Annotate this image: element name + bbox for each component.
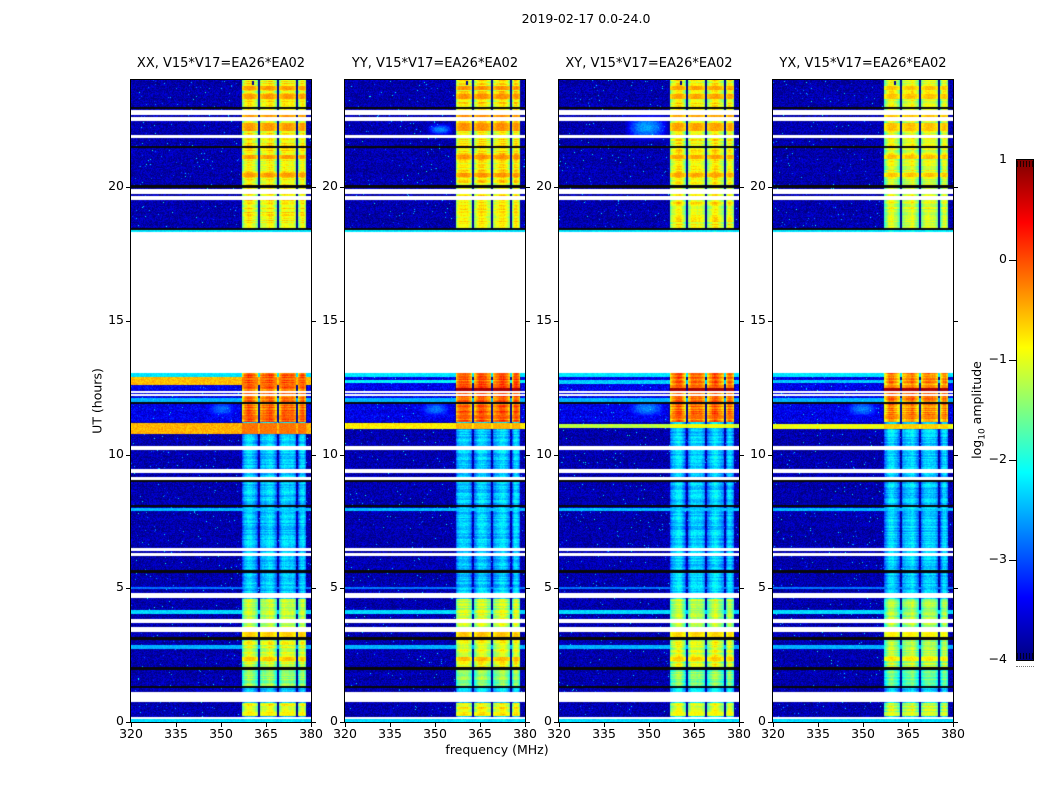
colorbar-bottom-hatch [1017, 653, 1033, 659]
y-tick-label: 5 [330, 579, 338, 595]
y-tick-mark [768, 588, 772, 590]
colorbar-gradient [1017, 160, 1033, 660]
y-tick-mark [768, 454, 772, 456]
colorbar-tick-mark [1009, 260, 1017, 261]
x-tick-label: 365 [896, 726, 920, 741]
x-tick-label: 320 [761, 726, 785, 741]
colorbar-tick-mark [1009, 560, 1017, 561]
y-tick-mark [554, 722, 558, 723]
y-tick-mark [340, 454, 344, 456]
y-tick-mark [340, 722, 344, 723]
y-tick-label: 20 [108, 178, 124, 193]
y-tick-label: 20 [536, 178, 552, 193]
y-tick-label: 10 [750, 445, 766, 461]
y-tick-label: 15 [108, 311, 124, 327]
heatmap-canvas-yx [773, 80, 953, 722]
colorbar-top-hatch [1017, 161, 1033, 167]
x-tick-label: 335 [378, 726, 402, 741]
x-tick-label: 350 [209, 726, 233, 741]
x-tick-label: 365 [682, 726, 706, 741]
y-tick-mark [340, 320, 344, 322]
y-tick-label: 0 [544, 713, 552, 728]
y-tick-mark-right [954, 187, 958, 188]
y-tick-mark [126, 454, 130, 456]
x-axis-label: frequency (MHz) [445, 742, 549, 757]
colorbar-tick-mark [1009, 360, 1017, 361]
colorbar-tick-label: 1 [999, 151, 1007, 166]
colorbar-tick-mark [1009, 460, 1017, 461]
y-tick-label: 5 [544, 579, 552, 595]
figure: { "figure": { "title": "2019-02-17 0.0-2… [0, 0, 1050, 800]
y-tick-mark [126, 320, 130, 322]
y-tick-label: 10 [536, 445, 552, 461]
colorbar-tick-label: −4 [988, 651, 1007, 666]
y-tick-mark [126, 722, 130, 723]
x-tick-label: 335 [806, 726, 830, 741]
colorbar-label-suffix: amplitude [968, 361, 984, 429]
x-tick-label: 320 [547, 726, 571, 741]
y-tick-mark [340, 187, 344, 188]
y-tick-label: 15 [536, 311, 552, 327]
y-tick-label: 15 [750, 311, 766, 327]
y-tick-mark-right [954, 320, 958, 322]
x-tick-label: 365 [468, 726, 492, 741]
y-tick-mark-right [954, 722, 958, 723]
x-tick-label: 350 [851, 726, 875, 741]
heatmap-panel-yy [344, 79, 526, 723]
colorbar-label-prefix: log [968, 439, 984, 459]
x-tick-label: 320 [333, 726, 357, 741]
y-tick-label: 20 [750, 178, 766, 193]
x-tick-label: 350 [423, 726, 447, 741]
y-tick-mark [768, 187, 772, 188]
colorbar-tick-label: 0 [999, 251, 1007, 266]
y-tick-label: 5 [758, 579, 766, 595]
colorbar-label: log10 amplitude [969, 361, 988, 459]
heatmap-panel-xx [130, 79, 312, 723]
y-tick-label: 0 [758, 713, 766, 728]
panel-title-yx: YX, V15*V17=EA26*EA02 [779, 56, 947, 71]
heatmap-canvas-xy [559, 80, 739, 722]
figure-title: 2019-02-17 0.0-24.0 [521, 11, 651, 26]
y-tick-mark-right [954, 588, 958, 590]
heatmap-canvas-xx [131, 80, 311, 722]
y-tick-label: 10 [322, 445, 338, 461]
panel-title-xx: XX, V15*V17=EA26*EA02 [136, 56, 306, 71]
y-axis-label: UT (hours) [89, 368, 105, 434]
y-tick-mark [340, 588, 344, 590]
panel-title-xy: XY, V15*V17=EA26*EA02 [565, 56, 733, 71]
y-tick-label: 5 [116, 579, 124, 595]
panel-title-yy: YY, V15*V17=EA26*EA02 [351, 56, 519, 71]
y-tick-mark [554, 187, 558, 188]
y-tick-label: 15 [322, 311, 338, 327]
x-tick-label: 365 [254, 726, 278, 741]
y-tick-mark [554, 320, 558, 322]
y-tick-mark [768, 722, 772, 723]
y-tick-label: 0 [330, 713, 338, 728]
colorbar-label-subscript: 10 [977, 428, 988, 440]
x-tick-label: 320 [119, 726, 143, 741]
heatmap-panel-xy [558, 79, 740, 723]
x-tick-label: 380 [941, 726, 965, 741]
x-tick-label: 335 [592, 726, 616, 741]
y-tick-mark [126, 187, 130, 188]
y-tick-label: 0 [116, 713, 124, 728]
heatmap-panel-yx [772, 79, 954, 723]
y-tick-mark [554, 454, 558, 456]
x-tick-label: 335 [164, 726, 188, 741]
y-tick-mark [554, 588, 558, 590]
colorbar [1016, 159, 1034, 661]
colorbar-extend-dots [1016, 666, 1034, 667]
x-tick-label: 350 [637, 726, 661, 741]
heatmap-canvas-yy [345, 80, 525, 722]
y-tick-mark [126, 588, 130, 590]
y-tick-label: 10 [108, 445, 124, 461]
colorbar-tick-label: −3 [988, 551, 1007, 566]
y-tick-label: 20 [322, 178, 338, 193]
y-tick-mark-right [954, 454, 958, 456]
y-tick-mark [768, 320, 772, 322]
